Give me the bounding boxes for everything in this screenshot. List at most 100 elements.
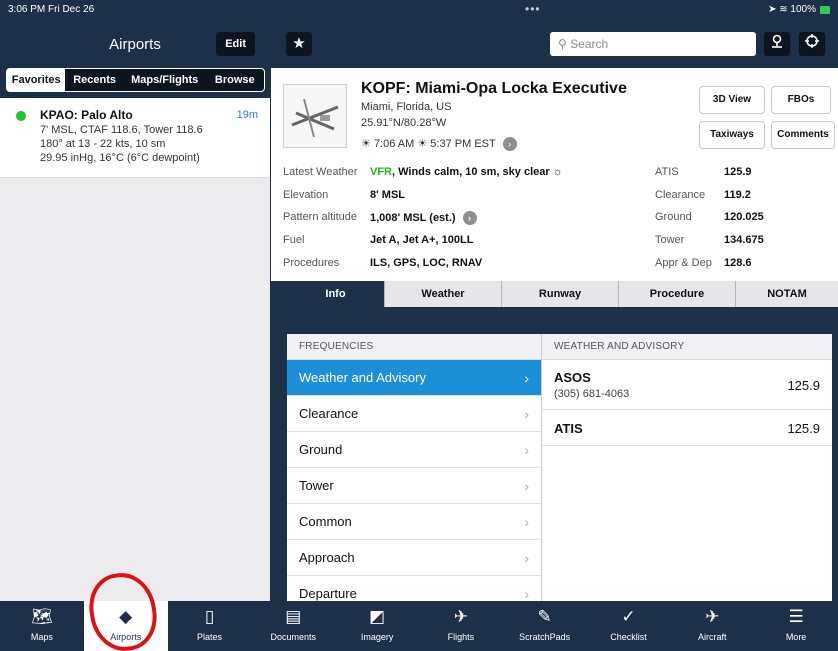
toolbar-label: Imagery — [360, 632, 394, 642]
detail-label-elevation: Elevation — [283, 189, 329, 201]
segment-maps-flights[interactable]: Maps/Flights — [123, 69, 206, 91]
airport-coordinates: 25.91°N/80.28°W — [361, 117, 447, 129]
freq-row-approach[interactable]: Approach › — [287, 540, 541, 576]
wx-row-atis[interactable]: ATIS 125.9 — [542, 410, 832, 446]
tab-info[interactable]: Info — [287, 281, 385, 307]
bottom-toolbar: 🗺︎ Maps ◆ Airports ▯ Plates ▤ Documents … — [0, 601, 838, 651]
toolbar-more[interactable]: ☰ More — [754, 601, 838, 651]
3d-view-button[interactable]: 3D View — [699, 86, 765, 114]
freq-label-atis: ATIS — [655, 166, 679, 178]
toolbar-checklist[interactable]: ✓ Checklist — [587, 601, 671, 651]
freq-row-clearance[interactable]: Clearance › — [287, 396, 541, 432]
chevron-right-icon: › — [524, 406, 529, 422]
segment-browse[interactable]: Browse — [205, 69, 264, 91]
pin-icon[interactable] — [764, 32, 790, 56]
sunrise-time: 7:06 AM — [373, 138, 415, 150]
favorite-line-2: 180° at 13 - 22 kts, 10 sm — [40, 138, 166, 150]
wx-name: ATIS — [554, 421, 583, 436]
tab-spacer — [271, 281, 287, 307]
airport-diagram-thumbnail[interactable] — [283, 84, 347, 148]
wx-row-asos[interactable]: ASOS (305) 681-4063 125.9 — [542, 360, 832, 410]
search-icon: ⚲ — [558, 37, 567, 51]
tab-notam[interactable]: NOTAM — [736, 281, 838, 307]
plates-icon: ▯ — [204, 607, 215, 626]
airports-panel: Airports Edit Favorites Recents Maps/Fli… — [0, 20, 270, 601]
freq-row-departure[interactable]: Departure › — [287, 576, 541, 601]
star-icon[interactable]: ★ — [286, 32, 312, 56]
pattern-altitude: 1,008' MSL (est.) — [370, 211, 456, 224]
fbos-button[interactable]: FBOs — [771, 86, 831, 114]
freq-row-label: Departure — [299, 586, 357, 601]
favorite-airport-name: KPAO: Palo Alto — [40, 108, 133, 122]
toolbar-label: Maps — [30, 632, 53, 642]
toolbar-label: Plates — [196, 632, 222, 642]
freq-value-ground: 120.025 — [724, 211, 764, 223]
chevron-right-icon: › — [524, 442, 529, 458]
segment-favorites[interactable]: Favorites — [7, 69, 66, 91]
frequencies-header: FREQUENCIES — [287, 334, 541, 360]
sky-clear-icon: ☼ — [552, 166, 563, 178]
aircraft-icon: ✈ — [705, 607, 720, 626]
tab-weather[interactable]: Weather — [385, 281, 502, 307]
search-input[interactable]: ⚲ Search — [550, 32, 756, 56]
freq-row-label: Common — [299, 514, 352, 529]
favorite-weather-age: 19m — [236, 109, 258, 121]
sun-times-arrow-icon[interactable]: › — [502, 137, 517, 152]
taxiways-button[interactable]: Taxiways — [699, 121, 765, 149]
info-content: FREQUENCIES Weather and Advisory › Cleara… — [271, 307, 838, 601]
detail-label-weather: Latest Weather — [283, 166, 358, 178]
battery-icon — [820, 5, 830, 14]
segment-recents[interactable]: Recents — [65, 69, 124, 91]
detail-value-fuel: Jet A, Jet A+, 100LL — [370, 234, 474, 246]
toolbar-scratchpads[interactable]: ✎ ScratchPads — [503, 601, 587, 651]
toolbar-flights[interactable]: ✈ Flights — [419, 601, 503, 651]
toolbar-aircraft[interactable]: ✈ Aircraft — [670, 601, 754, 651]
documents-icon: ▤ — [285, 607, 302, 626]
status-right: ➤ ≋ 100% — [768, 4, 830, 15]
detail-value-weather[interactable]: VFR, Winds calm, 10 sm, sky clear ☼ — [370, 166, 563, 178]
tab-procedure[interactable]: Procedure — [619, 281, 736, 307]
target-icon[interactable] — [799, 32, 825, 56]
wx-freq: 125.9 — [787, 421, 820, 436]
sunset-time: 5:37 PM EST — [430, 138, 496, 150]
freq-row-ground[interactable]: Ground › — [287, 432, 541, 468]
wx-phone[interactable]: (305) 681-4063 — [554, 388, 629, 400]
toolbar-documents[interactable]: ▤ Documents — [251, 601, 335, 651]
freq-label-appr-dep: Appr & Dep — [655, 257, 712, 269]
sunset-icon: ☀ — [417, 138, 428, 150]
toolbar-label: ScratchPads — [519, 632, 571, 642]
freq-row-tower[interactable]: Tower › — [287, 468, 541, 504]
freq-row-common[interactable]: Common › — [287, 504, 541, 540]
toolbar-label: Flights — [447, 632, 475, 642]
pattern-arrow-icon[interactable]: › — [462, 211, 477, 225]
frequencies-list: FREQUENCIES Weather and Advisory › Cleara… — [287, 334, 541, 601]
chevron-right-icon: › — [524, 514, 529, 530]
toolbar-imagery[interactable]: ◩ Imagery — [335, 601, 419, 651]
favorite-airport-item[interactable]: KPAO: Palo Alto 19m 7' MSL, CTAF 118.6, … — [0, 98, 270, 178]
airport-city: Miami, Florida, US — [361, 101, 452, 113]
map-icon: 🗺︎ — [31, 607, 53, 626]
pencil-icon: ✎ — [537, 607, 552, 626]
freq-row-label: Clearance — [299, 406, 359, 421]
freq-row-label: Weather and Advisory — [299, 370, 426, 385]
signal-icons: ➤ ≋ 100% — [768, 4, 816, 15]
freq-row-weather-advisory[interactable]: Weather and Advisory › — [287, 360, 541, 396]
wx-name: ASOS — [554, 370, 591, 385]
toolbar-label: Checklist — [610, 632, 647, 642]
chevron-right-icon: › — [524, 370, 529, 386]
toolbar-plates[interactable]: ▯ Plates — [168, 601, 252, 651]
toolbar-maps[interactable]: 🗺︎ Maps — [0, 601, 84, 651]
weather-advisory-header: WEATHER AND ADVISORY — [542, 334, 832, 360]
sun-times: ☀ 7:06 AM ☀ 5:37 PM EST › — [361, 137, 517, 152]
tab-runway[interactable]: Runway — [502, 281, 619, 307]
toolbar-airports[interactable]: ◆ Airports — [83, 601, 168, 651]
airport-title: KOPF: Miami-Opa Locka Executive — [361, 80, 627, 97]
comments-button[interactable]: Comments — [771, 121, 835, 149]
freq-row-label: Approach — [299, 550, 355, 565]
airport-header-bar: ★ ⚲ Search — [271, 20, 838, 68]
edit-button[interactable]: Edit — [216, 32, 255, 56]
multitask-dots[interactable]: ••• — [525, 2, 541, 16]
freq-value-appr-dep: 128.6 — [724, 257, 752, 269]
detail-label-pattern: Pattern altitude — [283, 211, 357, 223]
detail-label-fuel: Fuel — [283, 234, 305, 246]
